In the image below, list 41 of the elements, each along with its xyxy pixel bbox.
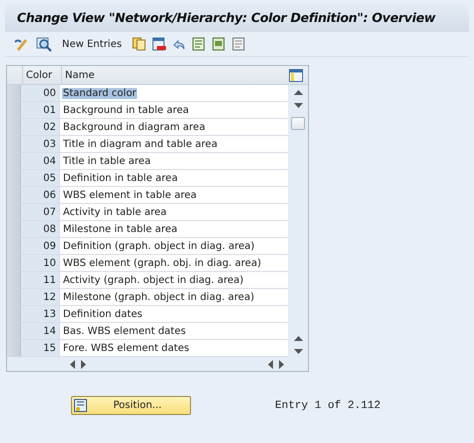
new-entries-button[interactable]: New Entries: [58, 38, 126, 50]
table-cell: 08: [21, 221, 59, 238]
column-header[interactable]: Color: [22, 66, 61, 84]
table-cell: 13: [21, 306, 59, 323]
table-cell: 15: [21, 340, 59, 357]
window-title: Change View "Network/Hierarchy: Color Definition": Overview: [17, 10, 436, 24]
select-all-icon[interactable]: [192, 37, 206, 51]
column-header[interactable]: Name: [61, 66, 286, 84]
scroll-left-icon[interactable]: [267, 360, 273, 368]
table-cell: 09: [21, 238, 59, 255]
table-cell: 10: [21, 255, 59, 272]
table-cell: 11: [21, 272, 59, 289]
undo-icon[interactable]: [172, 37, 186, 51]
table-cell: 05: [21, 170, 59, 187]
delete-row-icon[interactable]: [152, 37, 166, 51]
table-cell: 00: [21, 85, 59, 102]
magnifier-icon[interactable]: [36, 36, 52, 52]
table-cell: 06: [21, 187, 59, 204]
scroll-right-icon[interactable]: [279, 360, 285, 368]
table-cell: 07: [21, 204, 59, 221]
deselect-all-icon[interactable]: [232, 37, 246, 51]
entry-info: Entry 1 of 2.112: [275, 400, 381, 412]
scroll-up-icon[interactable]: [294, 89, 302, 95]
table-cell: 04: [21, 153, 59, 170]
table-cell: 01: [21, 102, 59, 119]
position-button[interactable]: Position...: [71, 396, 191, 415]
copy-icon[interactable]: [132, 37, 146, 51]
scroll-thumb[interactable]: [291, 117, 305, 130]
scroll-down-icon[interactable]: [294, 349, 302, 355]
table-cell[interactable]: Standard color: [62, 88, 138, 98]
position-icon: [74, 399, 87, 412]
scroll-right-icon[interactable]: [81, 360, 87, 368]
scroll-down-icon[interactable]: [294, 103, 302, 109]
scroll-up-icon[interactable]: [294, 335, 302, 341]
scroll-left-icon[interactable]: [69, 360, 75, 368]
table-cell: 12: [21, 289, 59, 306]
table-cell: 03: [21, 136, 59, 153]
column-settings-icon[interactable]: [288, 68, 302, 82]
table-cell: 14: [21, 323, 59, 340]
table-cell: 02: [21, 119, 59, 136]
select-block-icon[interactable]: [212, 37, 226, 51]
